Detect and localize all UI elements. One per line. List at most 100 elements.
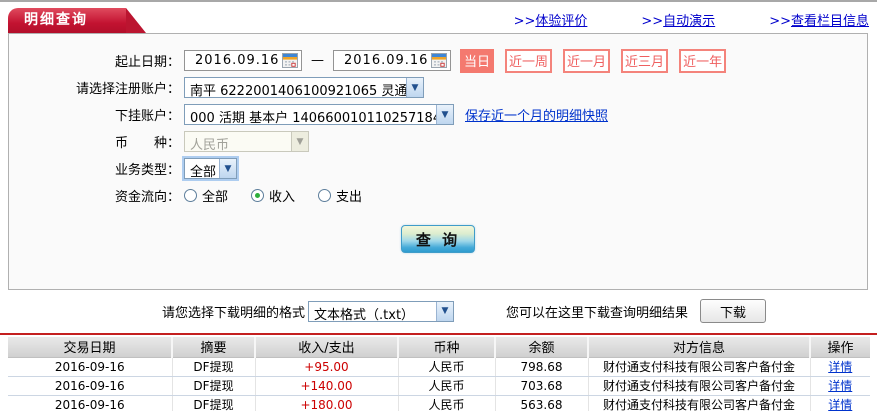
- cell-action: 详情: [810, 376, 870, 396]
- top-link-label: 体验评价: [535, 14, 588, 29]
- query-button[interactable]: 查 询: [401, 225, 475, 253]
- detail-link[interactable]: 详情: [828, 379, 852, 393]
- link-arrows: >>: [769, 14, 791, 29]
- date-to-input[interactable]: 2016.09.16: [333, 50, 451, 71]
- flow-row: 资金流向： 全部 收入 支出: [9, 182, 867, 209]
- biz-type-select[interactable]: 全部 ▼: [182, 156, 239, 181]
- download-format-label: 请您选择下载明细的格式: [162, 305, 306, 321]
- table-header-cell: 对方信息: [587, 337, 810, 358]
- radio-icon: [184, 189, 197, 202]
- table-header-cell: 操作: [809, 337, 870, 358]
- detail-query-page: 明细查询 >>体验评价 >>自动演示 >>查看栏目信息 起止日期： 2016.0…: [0, 0, 877, 411]
- quick-date-button[interactable]: 当日: [460, 48, 495, 73]
- download-format-select[interactable]: 文本格式（.txt） ▼: [308, 300, 455, 322]
- quick-date-button[interactable]: 近一月: [563, 48, 611, 73]
- flow-radio[interactable]: 全部: [184, 186, 228, 205]
- sub-account-label: 下挂账户：: [114, 109, 180, 124]
- cell-date: 2016-09-16: [8, 395, 173, 411]
- table-header-row: 交易日期 摘要 收入/支出 币种 余额 对方信息 操作: [8, 337, 870, 358]
- date-separator: —: [311, 53, 324, 68]
- download-row: 请您选择下载明细的格式 文本格式（.txt） ▼ 您可以在这里下载查询明细结果 …: [0, 299, 877, 323]
- cell-counterparty: 财付通支付科技有限公司客户备付金: [588, 395, 811, 411]
- top-links: >>体验评价 >>自动演示 >>查看栏目信息: [460, 10, 869, 29]
- radio-label: 支出: [336, 190, 363, 205]
- flow-options: 全部 收入 支出: [184, 186, 385, 205]
- currency-selected-value: 人民币: [190, 138, 230, 151]
- date-from-value: 2016.09.16: [195, 53, 280, 68]
- cell-currency: 人民币: [398, 376, 496, 396]
- quick-date-buttons: 当日 近一周 近一月 近三月 近一年: [451, 48, 727, 73]
- chevron-down-icon[interactable]: ▼: [406, 78, 423, 97]
- red-divider: [0, 333, 877, 335]
- radio-icon: [251, 189, 265, 202]
- detail-link[interactable]: 详情: [828, 360, 852, 374]
- radio-label: 收入: [269, 190, 296, 205]
- query-form-panel: 起止日期： 2016.09.16 — 2016.09.16 当日 近一周 近一月…: [8, 33, 868, 290]
- table-header-cell: 币种: [397, 337, 495, 358]
- account-select[interactable]: 南平 6222001406100921065 灵通卡 ▼: [184, 77, 424, 98]
- flow-label: 资金流向：: [114, 190, 180, 205]
- cell-amount: +180.00: [255, 395, 399, 411]
- calendar-icon[interactable]: [431, 53, 447, 68]
- chevron-down-icon[interactable]: ▼: [436, 105, 453, 124]
- table-header-cell: 收入/支出: [254, 337, 398, 358]
- date-range-label: 起止日期：: [114, 55, 180, 70]
- table-row: 2016-09-16 DF提现 +180.00 人民币 563.68 财付通支付科技有限公…: [8, 395, 870, 411]
- cell-balance: 563.68: [495, 395, 589, 411]
- cell-counterparty: 财付通支付科技有限公司客户备付金: [588, 376, 811, 396]
- radio-icon: [318, 189, 332, 202]
- cell-balance: 798.68: [495, 357, 589, 377]
- detail-link[interactable]: 详情: [828, 398, 852, 411]
- currency-label: 币 种：: [114, 136, 180, 151]
- quick-date-button[interactable]: 近一周: [505, 48, 553, 73]
- date-range-row: 起止日期： 2016.09.16 — 2016.09.16 当日 近一周 近一月…: [9, 47, 867, 74]
- biz-type-selected-value: 全部: [190, 165, 217, 178]
- account-row: 请选择注册账户： 南平 6222001406100921065 灵通卡 ▼: [9, 74, 867, 101]
- table-header-cell: 余额: [494, 337, 588, 358]
- sub-account-selected-value: 000 活期 基本户 1406600101102571848: [190, 111, 436, 124]
- link-arrows: >>: [513, 14, 536, 29]
- calendar-icon[interactable]: [282, 53, 298, 68]
- cell-amount: +140.00: [255, 376, 399, 396]
- cell-action: 详情: [810, 395, 870, 411]
- quick-date-button[interactable]: 近一年: [679, 48, 727, 73]
- sub-account-select[interactable]: 000 活期 基本户 1406600101102571848 ▼: [184, 104, 454, 125]
- top-link[interactable]: >>体验评价: [514, 10, 588, 29]
- download-hint: 您可以在这里下载查询明细结果: [506, 305, 689, 321]
- cell-currency: 人民币: [398, 357, 496, 377]
- chevron-down-icon[interactable]: ▼: [436, 301, 454, 321]
- date-to-value: 2016.09.16: [344, 53, 429, 68]
- currency-row: 币 种： 人民币 ▼: [9, 128, 867, 155]
- cell-amount: +95.00: [255, 357, 399, 377]
- tab-detail-query[interactable]: 明细查询: [8, 8, 146, 33]
- flow-radio[interactable]: 收入: [251, 186, 295, 205]
- download-format-value: 文本格式（.txt）: [314, 307, 415, 321]
- results-table: 交易日期 摘要 收入/支出 币种 余额 对方信息 操作 2016-09-16 DF提现 +95.…: [8, 337, 870, 411]
- flow-radio[interactable]: 支出: [318, 186, 362, 205]
- cell-summary: DF提现: [172, 376, 256, 396]
- cell-date: 2016-09-16: [8, 357, 173, 377]
- save-snapshot-link[interactable]: 保存近一个月的明细快照: [465, 105, 608, 124]
- biz-type-label: 业务类型：: [114, 163, 180, 178]
- quick-date-button[interactable]: 近三月: [621, 48, 669, 73]
- top-link[interactable]: >>自动演示: [641, 10, 715, 29]
- top-link-label: 查看栏目信息: [790, 14, 869, 29]
- cell-date: 2016-09-16: [8, 376, 173, 396]
- table-body: 2016-09-16 DF提现 +95.00 人民币 798.68 财付通支付科技有限公司…: [8, 357, 870, 411]
- account-label: 请选择注册账户：: [75, 82, 180, 97]
- download-button[interactable]: 下载: [700, 299, 767, 323]
- cell-balance: 703.68: [495, 376, 589, 396]
- table-header-cell: 交易日期: [8, 337, 172, 358]
- query-button-row: 查 询: [9, 225, 867, 253]
- chevron-down-icon[interactable]: ▼: [219, 159, 236, 178]
- sub-account-row: 下挂账户： 000 活期 基本户 1406600101102571848 ▼ 保…: [9, 101, 867, 128]
- cell-action: 详情: [810, 357, 870, 377]
- account-selected-value: 南平 6222001406100921065 灵通卡: [190, 84, 406, 97]
- link-arrows: >>: [641, 14, 664, 29]
- cell-summary: DF提现: [172, 395, 256, 411]
- date-from-input[interactable]: 2016.09.16: [184, 50, 302, 71]
- chevron-down-icon: ▼: [291, 132, 308, 151]
- table-row: 2016-09-16 DF提现 +140.00 人民币 703.68 财付通支付科技有限公…: [8, 376, 870, 396]
- table-row: 2016-09-16 DF提现 +95.00 人民币 798.68 财付通支付科技有限公司…: [8, 357, 870, 377]
- top-link[interactable]: >>查看栏目信息: [769, 10, 869, 29]
